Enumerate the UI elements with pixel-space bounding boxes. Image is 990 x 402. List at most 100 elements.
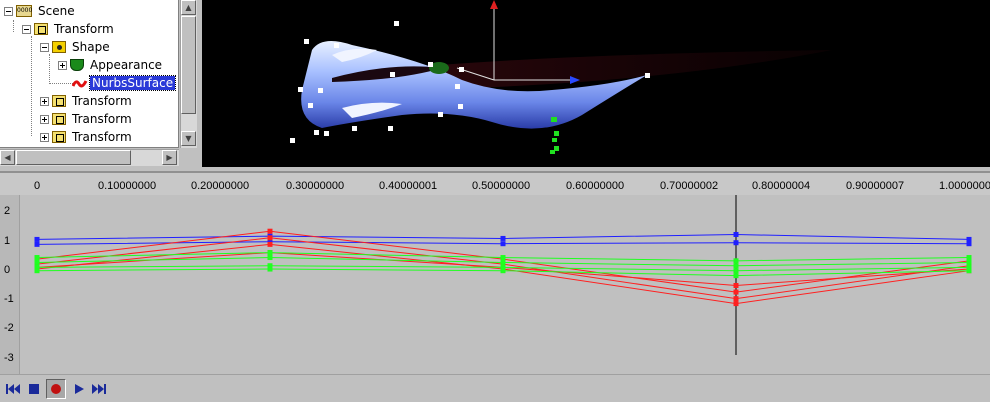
tree-item-transform[interactable]: Transform: [40, 110, 134, 128]
time-tick-label: 0.60000000: [566, 180, 625, 192]
collapse-icon[interactable]: [40, 42, 49, 52]
time-tick-label: 0.30000000: [286, 180, 345, 192]
tree-item-transform[interactable]: Transform: [22, 20, 116, 38]
curve-editor[interactable]: 0 0.10000000 0.20000000 0.30000000 0.400…: [0, 171, 990, 376]
curve-plot-area[interactable]: [21, 195, 990, 376]
keyframe-point[interactable]: [500, 241, 506, 247]
tree-item-nurbs-surface[interactable]: NurbsSurface: [71, 74, 177, 92]
tree-item-label: Transform: [72, 112, 132, 126]
keyframe-point[interactable]: [733, 240, 739, 246]
stop-button[interactable]: [24, 379, 44, 399]
keyframe-point[interactable]: [733, 268, 739, 274]
scrollbar-thumb[interactable]: [181, 16, 196, 114]
scroll-up-icon[interactable]: ▲: [181, 0, 196, 15]
transform-icon: [52, 131, 66, 143]
transform-icon: [52, 113, 66, 125]
value-tick-label: -2: [4, 322, 14, 334]
tree-item-shape[interactable]: Shape: [40, 38, 112, 56]
keyframe-point[interactable]: [733, 283, 739, 288]
keyframe-point[interactable]: [966, 255, 972, 261]
keyframe-point[interactable]: [267, 235, 273, 241]
expand-icon[interactable]: [58, 60, 67, 70]
time-tick-label: 0.50000000: [472, 180, 531, 192]
keyframe-point[interactable]: [966, 268, 972, 274]
fast-forward-button[interactable]: [89, 379, 109, 399]
time-ruler[interactable]: 0 0.10000000 0.20000000 0.30000000 0.400…: [0, 173, 990, 195]
keyframe-point[interactable]: [733, 258, 739, 264]
appearance-icon: [70, 59, 84, 71]
time-tick-label: 0.20000000: [191, 180, 250, 192]
keyframe-point[interactable]: [966, 236, 972, 242]
keyframe-point[interactable]: [500, 259, 506, 265]
record-button[interactable]: [46, 379, 66, 399]
tree-item-label: Scene: [38, 4, 75, 18]
tree-horizontal-scrollbar[interactable]: ◀ ▶: [0, 149, 179, 166]
tree-item-label: Transform: [72, 130, 132, 144]
tree-vertical-scrollbar[interactable]: ▲ ▼: [180, 0, 197, 148]
nurbs-surface-icon: [71, 77, 88, 89]
play-icon: [75, 384, 84, 394]
keyframe-point[interactable]: [733, 301, 739, 307]
expand-icon[interactable]: [40, 114, 49, 124]
keyframe-point[interactable]: [34, 259, 40, 265]
tree-item-transform[interactable]: Transform: [40, 92, 134, 110]
keyframe-point[interactable]: [500, 235, 506, 241]
tree-item-label: NurbsSurface: [88, 75, 177, 91]
keyframe-point[interactable]: [733, 263, 739, 269]
collapse-icon[interactable]: [4, 6, 13, 16]
tree-item-transform[interactable]: Transform: [40, 128, 134, 146]
shape-icon: [52, 41, 66, 53]
record-icon: [51, 384, 61, 394]
scroll-right-icon[interactable]: ▶: [162, 150, 177, 165]
keyframe-point[interactable]: [500, 255, 506, 261]
value-tick-label: -1: [4, 293, 14, 305]
value-axis: 2 1 0 -1 -2 -3: [0, 195, 20, 376]
keyframe-point[interactable]: [733, 289, 739, 295]
keyframe-point[interactable]: [733, 296, 739, 302]
scroll-down-icon[interactable]: ▼: [181, 131, 196, 146]
rewind-button[interactable]: [3, 379, 23, 399]
keyframe-point[interactable]: [733, 231, 739, 237]
keyframe-point[interactable]: [500, 268, 506, 274]
keyframe-point[interactable]: [34, 268, 40, 274]
scrollbar-thumb[interactable]: [16, 150, 131, 165]
scene-tree-panel: Scene Transform Shape Appearance NurbsSu…: [0, 0, 198, 167]
nurbs-surface-render: [290, 0, 832, 154]
collapse-icon[interactable]: [22, 24, 31, 34]
curve-plot-svg[interactable]: [21, 195, 990, 376]
tree-item-label: Shape: [72, 40, 110, 54]
rewind-icon: [6, 384, 20, 394]
keyframe-point[interactable]: [267, 241, 273, 247]
scene-icon: [16, 5, 32, 17]
scene-tree: Scene Transform Shape Appearance NurbsSu…: [0, 0, 179, 148]
keyframe-point[interactable]: [267, 255, 273, 261]
keyframe-point[interactable]: [966, 259, 972, 265]
value-tick-label: 1: [4, 235, 11, 247]
keyframe-point[interactable]: [267, 266, 273, 272]
time-tick-label: 0.80000004: [752, 180, 811, 192]
keyframe-point[interactable]: [267, 250, 273, 256]
value-tick-label: 2: [4, 205, 11, 217]
time-tick-label: 0.90000007: [846, 180, 905, 192]
time-tick-label: 0.40000001: [379, 180, 438, 192]
scroll-left-icon[interactable]: ◀: [0, 150, 15, 165]
expand-icon[interactable]: [40, 132, 49, 142]
fast-forward-icon: [92, 384, 106, 394]
expand-icon[interactable]: [40, 96, 49, 106]
keyframe-point[interactable]: [34, 236, 40, 242]
axis-y-arrow: [490, 0, 498, 9]
tree-item-scene[interactable]: Scene: [4, 2, 77, 20]
tree-item-appearance[interactable]: Appearance: [58, 56, 164, 74]
transform-icon: [52, 95, 66, 107]
3d-viewport[interactable]: [202, 0, 990, 167]
play-button[interactable]: [69, 379, 89, 399]
keyframe-point[interactable]: [34, 241, 40, 247]
time-tick-label: 1.0000000: [939, 180, 990, 192]
tree-item-label: Appearance: [90, 58, 163, 72]
keyframe-point[interactable]: [733, 273, 739, 279]
keyframe-point[interactable]: [267, 228, 273, 234]
time-tick-label: 0.70000002: [660, 180, 719, 192]
keyframe-point[interactable]: [34, 255, 40, 261]
keyframe-point[interactable]: [966, 241, 972, 247]
value-tick-label: 0: [4, 264, 11, 276]
